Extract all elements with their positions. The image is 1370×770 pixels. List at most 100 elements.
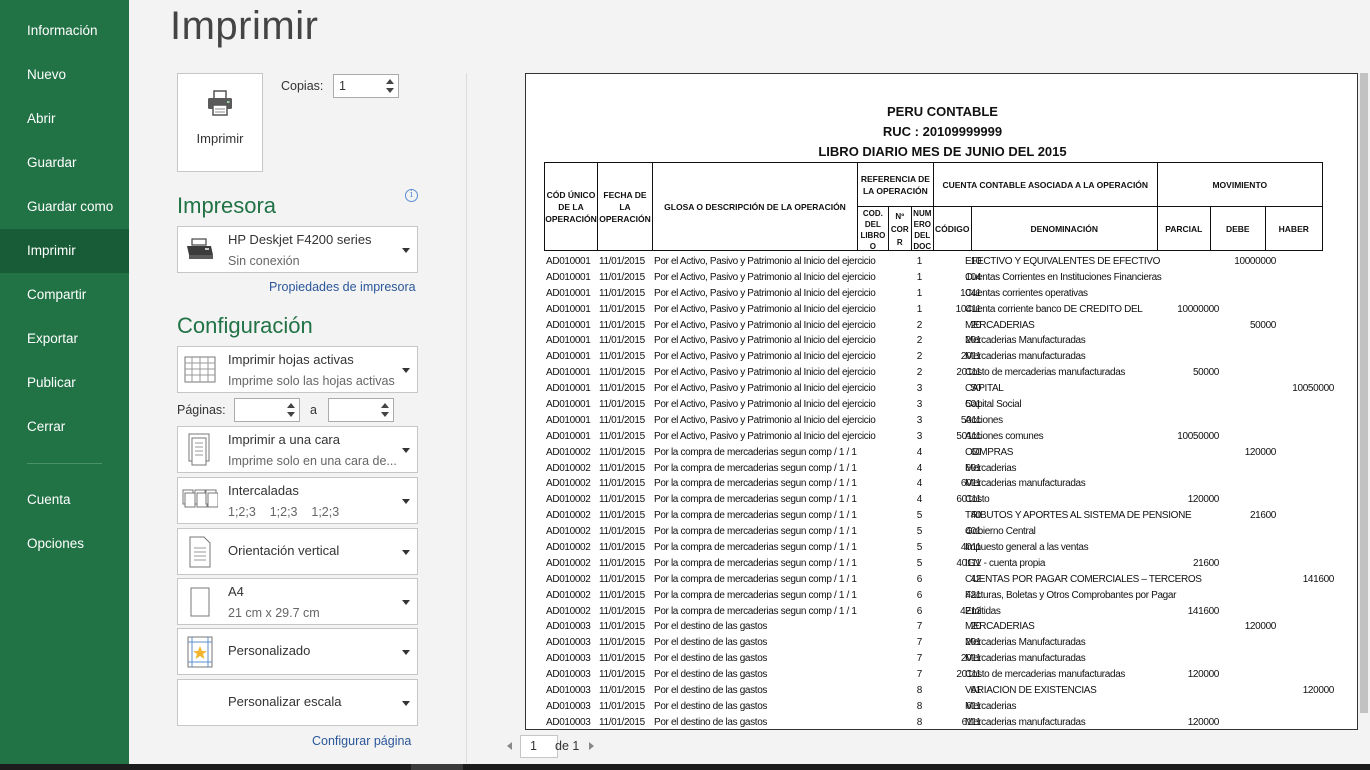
cell-denominacion: Mercaderias manufacturadas (965, 716, 1086, 728)
cell-haber: 141600 (1302, 573, 1335, 585)
page-title: Imprimir (170, 4, 319, 48)
sheet-grid-icon (182, 352, 218, 388)
cell-glosa: Por el Activo, Pasivo y Patrimonio al In… (654, 367, 876, 379)
printer-dropdown[interactable]: HP Deskjet F4200 series Sin conexión (177, 226, 418, 273)
pages-from-stepper[interactable] (234, 398, 300, 422)
cell-glosa: Por la compra de mercaderias segun comp … (654, 494, 857, 506)
cell-cod: AD010001 (546, 319, 591, 331)
chevron-down-icon (402, 599, 410, 605)
preview-scrollbar[interactable] (1358, 73, 1370, 730)
sidebar-item-opciones[interactable]: Opciones (0, 522, 129, 566)
sidebar-item-nuevo[interactable]: Nuevo (0, 53, 129, 97)
cell-denominacion: Acciones (965, 414, 1003, 426)
collate-dropdown[interactable]: Intercaladas 1;2;3 1;2;3 1;2;3 (177, 477, 418, 524)
print-what-sub: Imprime solo las hojas activas (228, 374, 395, 388)
margins-dropdown[interactable]: Personalizado (177, 628, 418, 675)
spin-up-icon[interactable] (287, 403, 295, 408)
col-num-doc: NUM ERO DEL DOC (910, 206, 934, 251)
table-row: AD010002 11/01/2015 Por la compra de merca… (544, 573, 1344, 589)
spin-down-icon[interactable] (287, 412, 295, 417)
cell-fecha: 11/01/2015 (599, 685, 645, 697)
copies-spin-arrows[interactable] (382, 75, 398, 97)
spin-down-icon[interactable] (386, 88, 394, 93)
orientation-dropdown[interactable]: Orientación vertical (177, 528, 418, 575)
spin-up-icon[interactable] (381, 403, 389, 408)
print-what-dropdown[interactable]: Imprimir hojas activas Imprime solo las … (177, 346, 418, 393)
print-button[interactable]: Imprimir (177, 73, 263, 172)
cell-num: 1 (916, 303, 923, 315)
cell-glosa: Por la compra de mercaderias segun comp … (654, 557, 857, 569)
sidebar-item-guardar-como[interactable]: Guardar como (0, 185, 129, 229)
sidebar-item-exportar[interactable]: Exportar (0, 317, 129, 361)
sidebar-item-compartir[interactable]: Compartir (0, 273, 129, 317)
cell-parcial: 10050000 (1177, 430, 1219, 442)
cell-fecha: 11/01/2015 (599, 557, 645, 569)
info-icon[interactable]: i (405, 189, 418, 202)
taskbar-strip (0, 764, 1370, 770)
page-setup-link[interactable]: Configurar página (312, 734, 411, 748)
printer-name: HP Deskjet F4200 series (228, 232, 372, 247)
paper-size-sub: 21 cm x 29.7 cm (228, 606, 320, 620)
col-codigo-unico: CÓD ÚNICO DE LA OPERACIÓN (544, 162, 598, 251)
scrollbar-thumb[interactable] (1360, 73, 1368, 713)
pages-to-spin-arrows[interactable] (377, 399, 393, 421)
cell-debe: 120000 (1244, 621, 1277, 633)
cell-glosa: Por el Activo, Pasivo y Patrimonio al In… (654, 399, 876, 411)
sidebar-item-informacion[interactable]: Información (0, 9, 129, 53)
sidebar-item-abrir[interactable]: Abrir (0, 97, 129, 141)
cell-cod: AD010002 (546, 605, 591, 617)
sidebar-divider (27, 463, 102, 464)
sides-dropdown[interactable]: Imprimir a una cara Imprime solo en una … (177, 426, 418, 473)
table-row: AD010002 11/01/2015 Por la compra de merca… (544, 605, 1344, 621)
cell-fecha: 11/01/2015 (599, 271, 645, 283)
table-row: AD010002 11/01/2015 Por la compra de merca… (544, 525, 1344, 541)
spin-up-icon[interactable] (386, 79, 394, 84)
table-row: AD010002 11/01/2015 Por la compra de merca… (544, 446, 1344, 462)
cell-glosa: Por el destino de las gastos (654, 685, 768, 697)
cell-num: 3 (916, 414, 923, 426)
cell-cod: AD010003 (546, 621, 591, 633)
sidebar-item-guardar[interactable]: Guardar (0, 141, 129, 185)
margins-main: Personalizado (228, 643, 311, 658)
cell-fecha: 11/01/2015 (599, 494, 645, 506)
spin-down-icon[interactable] (381, 412, 389, 417)
sidebar-item-imprimir[interactable]: Imprimir (0, 229, 129, 273)
col-haber: HABER (1264, 206, 1323, 251)
chevron-down-icon (402, 367, 410, 373)
pages-to-stepper[interactable] (328, 398, 394, 422)
cell-haber: 120000 (1302, 685, 1335, 697)
cell-denominacion: Capital Social (965, 399, 1022, 411)
sidebar-item-cuenta[interactable]: Cuenta (0, 478, 129, 522)
next-page-icon[interactable] (589, 742, 594, 750)
cell-glosa: Por la compra de mercaderias segun comp … (654, 589, 857, 601)
print-button-label: Imprimir (196, 131, 244, 146)
backstage-sidebar: Información Nuevo Abrir Guardar Guardar … (0, 0, 129, 764)
cell-denominacion: CAPITAL (965, 383, 1004, 395)
printer-properties-link[interactable]: Propiedades de impresora (269, 280, 416, 294)
table-row: AD010001 11/01/2015 Por el Activo, Pasivo … (544, 334, 1344, 350)
cell-denominacion: Mercaderias (965, 462, 1017, 474)
sidebar-item-publicar[interactable]: Publicar (0, 361, 129, 405)
paper-size-dropdown[interactable]: A4 21 cm x 29.7 cm (177, 578, 418, 625)
copies-stepper[interactable] (333, 74, 399, 98)
cell-fecha: 11/01/2015 (599, 335, 645, 347)
journal-header-table: CÓD ÚNICO DE LA OPERACIÓN FECHA DE LA OP… (544, 162, 1323, 251)
cell-cod: AD010001 (546, 335, 591, 347)
cell-fecha: 11/01/2015 (599, 510, 645, 522)
cell-glosa: Por el Activo, Pasivo y Patrimonio al In… (654, 351, 876, 363)
cell-parcial: 141600 (1187, 605, 1220, 617)
prev-page-icon[interactable] (507, 742, 512, 750)
scaling-dropdown[interactable]: Personalizar escala (177, 679, 418, 726)
cell-num: 6 (916, 573, 923, 585)
table-row: AD010001 11/01/2015 Por el Activo, Pasivo … (544, 255, 1344, 271)
pages-from-spin-arrows[interactable] (283, 399, 299, 421)
current-page-input[interactable]: 1 (520, 735, 558, 758)
cell-glosa: Por el Activo, Pasivo y Patrimonio al In… (654, 335, 876, 347)
cell-denominacion: Mercaderias manufacturadas (965, 351, 1086, 363)
col-codigo: CÓDIGO (932, 206, 972, 251)
paper-size-main: A4 (228, 584, 244, 599)
cell-parcial: 120000 (1187, 716, 1220, 728)
table-row: AD010001 11/01/2015 Por el Activo, Pasivo … (544, 319, 1344, 335)
cell-cod: AD010003 (546, 716, 591, 728)
sidebar-item-cerrar[interactable]: Cerrar (0, 405, 129, 449)
